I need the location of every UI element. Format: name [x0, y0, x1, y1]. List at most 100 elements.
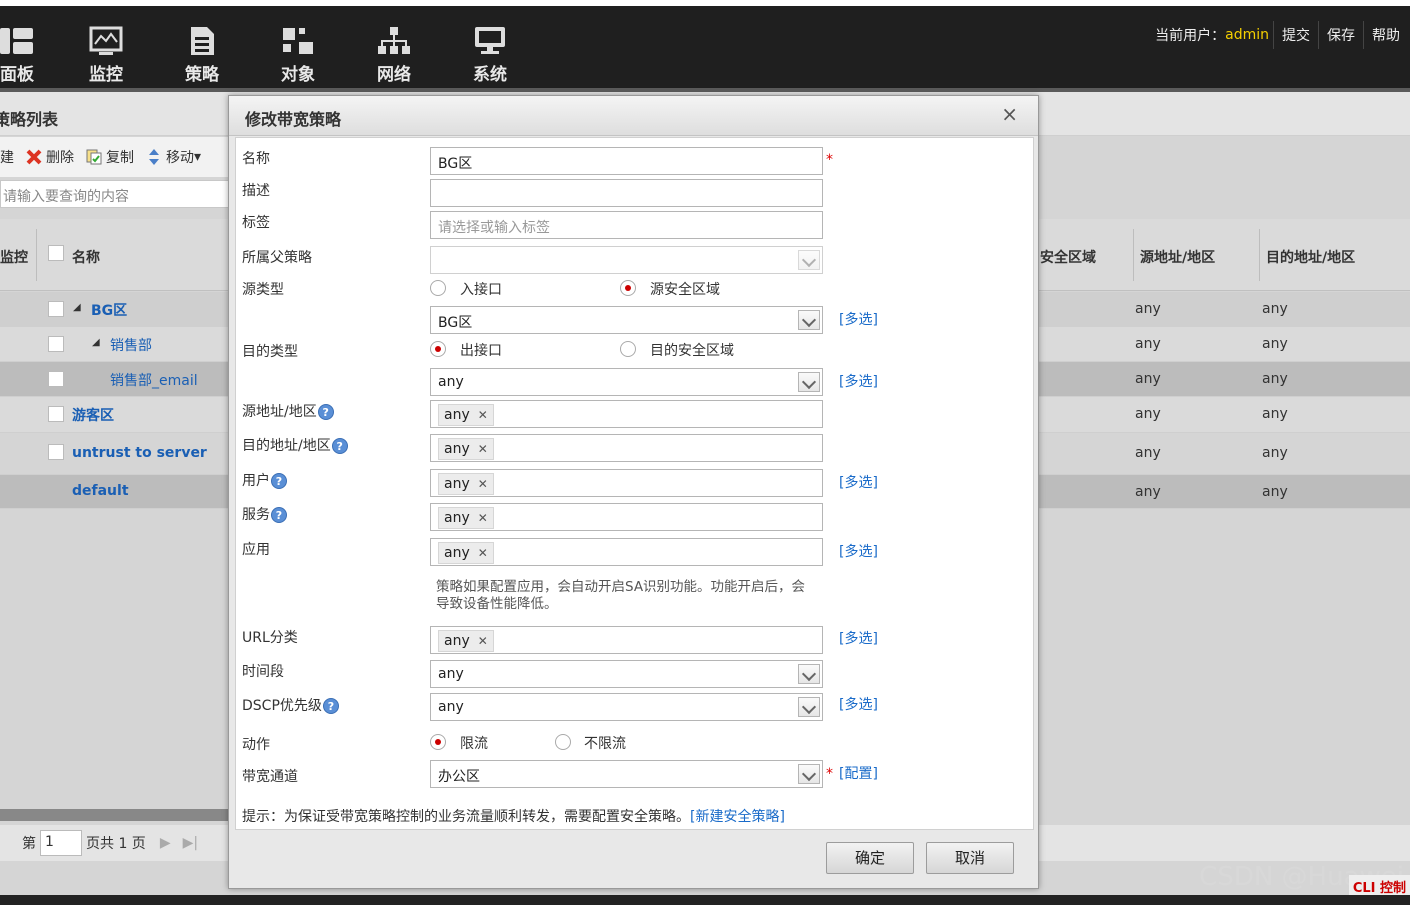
delete-button[interactable]: 删除 [26, 147, 74, 167]
cancel-button[interactable]: 取消 [926, 842, 1014, 874]
chevron-down-icon[interactable] [798, 310, 820, 330]
next-page-icon[interactable]: ▶ [160, 835, 171, 851]
row-src: any [1135, 484, 1161, 500]
dashboard-icon [0, 28, 33, 54]
bottom-bar [0, 895, 1410, 905]
row-name[interactable]: 销售部 [110, 335, 152, 355]
expand-icon[interactable]: ◢ [92, 337, 100, 348]
source-address-label-text: 源地址/地区 [242, 404, 317, 420]
move-icon [146, 149, 162, 165]
user-multi-select[interactable]: [多选] [839, 472, 878, 492]
bandwidth-channel-config-link[interactable]: [配置] [839, 763, 878, 783]
description-input[interactable] [430, 179, 823, 207]
row-name[interactable]: BG区 [91, 300, 127, 320]
close-icon[interactable]: × [1001, 104, 1018, 124]
row-name[interactable]: default [72, 483, 129, 499]
submit-button[interactable]: 提交 [1273, 21, 1318, 49]
application-input[interactable]: any ✕ [430, 538, 823, 566]
page-input[interactable]: 1 [40, 830, 82, 856]
help-icon[interactable]: ? [331, 438, 348, 454]
dscp-priority-select[interactable]: any [430, 693, 823, 721]
chevron-down-icon[interactable] [798, 764, 820, 784]
time-range-select[interactable]: any [430, 660, 823, 688]
application-multi-select[interactable]: [多选] [839, 541, 878, 561]
help-icon[interactable]: ? [271, 507, 287, 523]
bandwidth-channel-select[interactable]: 办公区 [430, 760, 823, 788]
radio-destination-zone-label: 目的安全区域 [650, 343, 734, 359]
horizontal-scrollbar[interactable] [0, 809, 240, 821]
radio-limit[interactable] [430, 734, 446, 750]
parent-policy-select[interactable] [430, 246, 823, 274]
radio-source-zone-label: 源安全区域 [650, 282, 720, 298]
egress-interface-select[interactable]: any [430, 368, 823, 396]
tag-text: any [444, 476, 470, 492]
url-category-input[interactable]: any ✕ [430, 626, 823, 654]
name-input[interactable]: BG区 [430, 147, 823, 175]
new-security-policy-link[interactable]: [新建安全策略] [690, 809, 785, 825]
remove-tag-icon[interactable]: ✕ [478, 511, 488, 525]
radio-egress-interface[interactable] [430, 341, 446, 357]
nav-monitor[interactable]: 监控 [58, 20, 154, 86]
current-user-name: admin [1225, 27, 1269, 43]
tag-label: 标签 [242, 215, 270, 231]
select-all-checkbox[interactable] [48, 245, 64, 261]
row-name[interactable]: untrust to server [72, 445, 207, 461]
col-monitor: 监控 [0, 250, 28, 266]
row-checkbox[interactable] [48, 301, 64, 317]
help-icon[interactable]: ? [271, 473, 287, 489]
radio-destination-zone[interactable] [620, 341, 636, 357]
remove-tag-icon[interactable]: ✕ [478, 408, 488, 422]
source-zone-multi-select[interactable]: [多选] [839, 309, 878, 329]
chevron-down-icon[interactable] [798, 697, 820, 717]
radio-no-limit[interactable] [555, 734, 571, 750]
destination-type-label: 目的类型 [242, 344, 298, 360]
chevron-down-icon[interactable] [798, 664, 820, 684]
expand-icon[interactable]: ◢ [73, 302, 81, 313]
ok-button[interactable]: 确定 [826, 842, 914, 874]
row-checkbox[interactable] [48, 406, 64, 422]
egress-interface-multi-select[interactable]: [多选] [839, 371, 878, 391]
nav-object[interactable]: 对象 [250, 20, 346, 86]
row-name[interactable]: 游客区 [72, 405, 114, 425]
remove-tag-icon[interactable]: ✕ [478, 546, 488, 560]
help-icon[interactable]: ? [322, 698, 339, 714]
dialog-header: 修改带宽策略 × [229, 96, 1038, 136]
source-zone-select[interactable]: BG区 [430, 306, 823, 334]
source-address-tag: any ✕ [438, 404, 494, 426]
last-page-icon[interactable]: ▶| [183, 835, 198, 851]
help-icon[interactable]: ? [317, 404, 334, 420]
nav-system[interactable]: 系统 [442, 20, 538, 86]
remove-tag-icon[interactable]: ✕ [478, 442, 488, 456]
row-checkbox[interactable] [48, 444, 64, 460]
save-button[interactable]: 保存 [1318, 21, 1363, 49]
copy-button[interactable]: 复制 [86, 147, 134, 167]
new-button[interactable]: 建 [0, 147, 14, 167]
chevron-down-icon[interactable] [798, 250, 820, 270]
main-nav: 面板 监控 策略 对象 网络 系统 [0, 20, 538, 86]
dscp-multi-select[interactable]: [多选] [839, 694, 878, 714]
search-input[interactable]: 请输入要查询的内容 [0, 180, 240, 208]
nav-network[interactable]: 网络 [346, 20, 442, 86]
nav-dashboard[interactable]: 面板 [0, 20, 58, 86]
radio-source-zone[interactable] [620, 280, 636, 296]
service-input[interactable]: any ✕ [430, 503, 823, 531]
nav-label: 面板 [0, 65, 34, 85]
chevron-down-icon[interactable] [798, 372, 820, 392]
radio-ingress-interface[interactable] [430, 280, 446, 296]
remove-tag-icon[interactable]: ✕ [478, 634, 488, 648]
nav-policy[interactable]: 策略 [154, 20, 250, 86]
row-checkbox[interactable] [48, 371, 64, 387]
destination-address-input[interactable]: any ✕ [430, 434, 823, 462]
source-address-input[interactable]: any ✕ [430, 400, 823, 428]
help-button[interactable]: 帮助 [1363, 21, 1410, 49]
row-checkbox[interactable] [48, 336, 64, 352]
tag-input[interactable]: 请选择或输入标签 [430, 211, 823, 239]
row-name[interactable]: 销售部_email [110, 370, 198, 390]
col-separator [36, 229, 37, 281]
time-range-label: 时间段 [242, 664, 284, 680]
dscp-priority-label-text: DSCP优先级 [242, 698, 322, 714]
user-input[interactable]: any ✕ [430, 469, 823, 497]
move-button[interactable]: 移动 ▾ [146, 147, 201, 167]
url-category-multi-select[interactable]: [多选] [839, 628, 878, 648]
remove-tag-icon[interactable]: ✕ [478, 477, 488, 491]
